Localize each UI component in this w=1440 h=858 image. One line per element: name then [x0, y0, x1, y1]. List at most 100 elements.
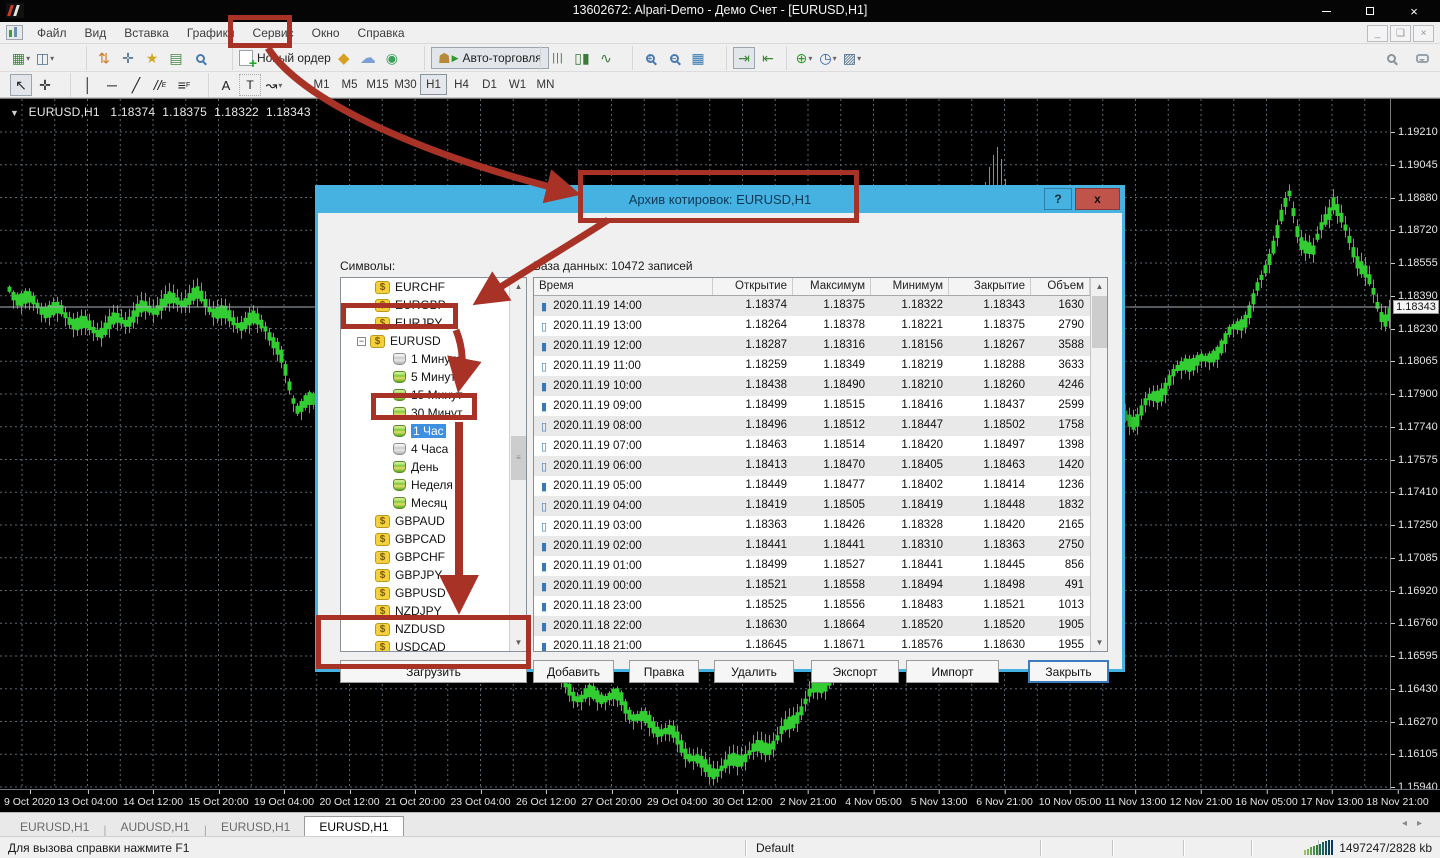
tree-item[interactable]: Месяц — [341, 494, 526, 512]
cursor-button[interactable]: ↖ — [10, 74, 32, 96]
timeframe-button[interactable]: H4 — [448, 74, 475, 95]
column-header[interactable]: Минимум — [871, 278, 949, 295]
table-row[interactable]: ▯2020.11.19 13:001.182641.183781.182211.… — [534, 316, 1107, 336]
timeframe-button[interactable]: M5 — [336, 74, 363, 95]
chart-shift-button[interactable]: ⇤ — [757, 47, 779, 69]
table-row[interactable]: ▯2020.11.19 11:001.182591.183491.182191.… — [534, 356, 1107, 376]
menu-item[interactable]: Окно — [303, 22, 349, 44]
delete-button[interactable]: Удалить — [714, 660, 794, 683]
table-row[interactable]: ▮2020.11.18 23:001.185251.185561.184831.… — [534, 596, 1107, 616]
profile-name[interactable]: Default — [756, 841, 794, 855]
table-row[interactable]: ▮2020.11.19 14:001.183741.183751.183221.… — [534, 296, 1107, 316]
minimize-button[interactable] — [1304, 0, 1348, 22]
timeframe-button[interactable]: M30 — [392, 74, 419, 95]
time-axis[interactable]: 9 Oct 202013 Oct 04:0014 Oct 12:0015 Oct… — [0, 789, 1440, 813]
table-row[interactable]: ▮2020.11.18 22:001.186301.186641.185201.… — [534, 616, 1107, 636]
search-button[interactable] — [1380, 47, 1402, 69]
child-close-button[interactable]: × — [1413, 25, 1434, 42]
timeframe-button[interactable]: H1 — [420, 74, 447, 95]
column-header[interactable]: Объем — [1031, 278, 1090, 295]
scrollbar-thumb[interactable] — [1092, 296, 1107, 348]
tree-item[interactable]: $GBPCAD — [341, 530, 526, 548]
market-watch-button[interactable]: ⇅ — [93, 47, 115, 69]
close-button[interactable]: × — [1392, 0, 1436, 22]
add-button[interactable]: Добавить — [533, 660, 614, 683]
menu-item[interactable]: Файл — [28, 22, 76, 44]
table-row[interactable]: ▯2020.11.19 06:001.184131.184701.184051.… — [534, 456, 1107, 476]
vertical-line-button[interactable]: │ — [77, 74, 99, 96]
price-scale[interactable]: 1.192101.190451.188801.187201.185551.183… — [1390, 99, 1440, 789]
chart-tab[interactable]: AUDUSD,H1 — [106, 816, 203, 837]
column-header[interactable]: Открытие — [713, 278, 793, 295]
tree-item[interactable]: 4 Часа — [341, 440, 526, 458]
timeframe-button[interactable]: D1 — [476, 74, 503, 95]
column-header[interactable]: Время — [534, 278, 713, 295]
tab-scroll-right-icon[interactable]: ▸ — [1417, 818, 1432, 829]
timeframe-button[interactable]: W1 — [504, 74, 531, 95]
table-row[interactable]: ▮2020.11.19 00:001.185211.185581.184941.… — [534, 576, 1107, 596]
table-header[interactable]: ВремяОткрытиеМаксимумМинимумЗакрытиеОбъе… — [534, 278, 1107, 296]
auto-scroll-button[interactable]: ⇥ — [733, 47, 755, 69]
text-button[interactable]: A — [215, 74, 237, 96]
trendline-button[interactable]: ╱ — [125, 74, 147, 96]
arrows-button[interactable]: ↝▾ — [263, 74, 285, 96]
data-window-button[interactable]: ✛ — [117, 47, 139, 69]
navigator-button[interactable]: ★ — [141, 47, 163, 69]
restore-button[interactable] — [1348, 0, 1392, 22]
chart-tab[interactable]: EURUSD,H1 — [207, 816, 304, 837]
expander-icon[interactable]: − — [357, 337, 366, 346]
tab-scroll-left-icon[interactable]: ◂ — [1402, 818, 1417, 829]
table-row[interactable]: ▮2020.11.19 02:001.184411.184411.183101.… — [534, 536, 1107, 556]
chart-tab[interactable]: EURUSD,H1 — [6, 816, 103, 837]
scroll-down-icon[interactable]: ▼ — [1091, 634, 1108, 651]
terminal-button[interactable]: ▤ — [165, 47, 187, 69]
child-restore-button[interactable]: ❏ — [1390, 25, 1411, 42]
tree-item[interactable]: $EURCHF — [341, 278, 526, 296]
tree-item[interactable]: $GBPCHF — [341, 548, 526, 566]
profiles-button[interactable]: ◫▾ — [34, 47, 56, 69]
child-minimize-button[interactable]: _ — [1367, 25, 1388, 42]
tree-item[interactable]: День — [341, 458, 526, 476]
timeframe-button[interactable]: M15 — [364, 74, 391, 95]
signals-button[interactable]: ◉ — [381, 47, 403, 69]
tree-item[interactable]: −$EURUSD — [341, 332, 526, 350]
close-dialog-button[interactable]: Закрыть — [1028, 660, 1109, 683]
dialog-close-button[interactable]: x — [1075, 188, 1120, 210]
scrollbar-thumb[interactable]: ≡ — [511, 436, 526, 480]
column-header[interactable]: Закрытие — [949, 278, 1031, 295]
table-row[interactable]: ▮2020.11.19 12:001.182871.183161.181561.… — [534, 336, 1107, 356]
fibonacci-button[interactable]: ≡F — [173, 74, 195, 96]
table-row[interactable]: ▮2020.11.19 05:001.184491.184771.184021.… — [534, 476, 1107, 496]
timeframe-button[interactable]: M1 — [308, 74, 335, 95]
table-row[interactable]: ▯2020.11.19 07:001.184631.185141.184201.… — [534, 436, 1107, 456]
tree-item[interactable]: 1 Минута — [341, 350, 526, 368]
new-chart-button[interactable]: ▦▾ — [10, 47, 32, 69]
table-row[interactable]: ▮2020.11.19 10:001.184381.184901.182101.… — [534, 376, 1107, 396]
text-label-button[interactable]: T — [239, 74, 261, 96]
tree-scrollbar[interactable]: ▲ ≡ ▼ — [509, 278, 526, 651]
table-row[interactable]: ▮2020.11.18 21:001.186451.186711.185761.… — [534, 636, 1107, 652]
table-row[interactable]: ▯2020.11.19 03:001.183631.184261.183281.… — [534, 516, 1107, 536]
candlestick-chart-button[interactable]: ▯▮ — [571, 47, 593, 69]
menu-item[interactable]: Вставка — [115, 22, 178, 44]
table-row[interactable]: ▮2020.11.19 01:001.184991.185271.184411.… — [534, 556, 1107, 576]
import-button[interactable]: Импорт — [906, 660, 999, 683]
scroll-up-icon[interactable]: ▲ — [510, 278, 527, 295]
metaeditor-button[interactable]: ◆ — [333, 47, 355, 69]
chart-window-icon[interactable] — [6, 25, 23, 40]
tree-item[interactable]: $GBPUSD — [341, 584, 526, 602]
equidistant-channel-button[interactable]: //E — [149, 74, 171, 96]
tree-item[interactable]: $GBPAUD — [341, 512, 526, 530]
strategy-tester-button[interactable] — [189, 47, 211, 69]
community-chat-button[interactable] — [1411, 47, 1433, 69]
table-scrollbar[interactable]: ▲ ▼ — [1090, 278, 1107, 651]
tree-item[interactable]: 5 Минут — [341, 368, 526, 386]
horizontal-line-button[interactable]: ─ — [101, 74, 123, 96]
column-header[interactable]: Максимум — [793, 278, 871, 295]
new-order-button[interactable]: Новый ордер — [239, 47, 331, 69]
collapse-triangle-icon[interactable]: ▼ — [10, 108, 19, 118]
menu-item[interactable]: Вид — [76, 22, 116, 44]
zoom-out-button[interactable]: − — [663, 47, 685, 69]
chart-tab[interactable]: EURUSD,H1 — [304, 816, 403, 837]
timeframe-button[interactable]: MN — [532, 74, 559, 95]
